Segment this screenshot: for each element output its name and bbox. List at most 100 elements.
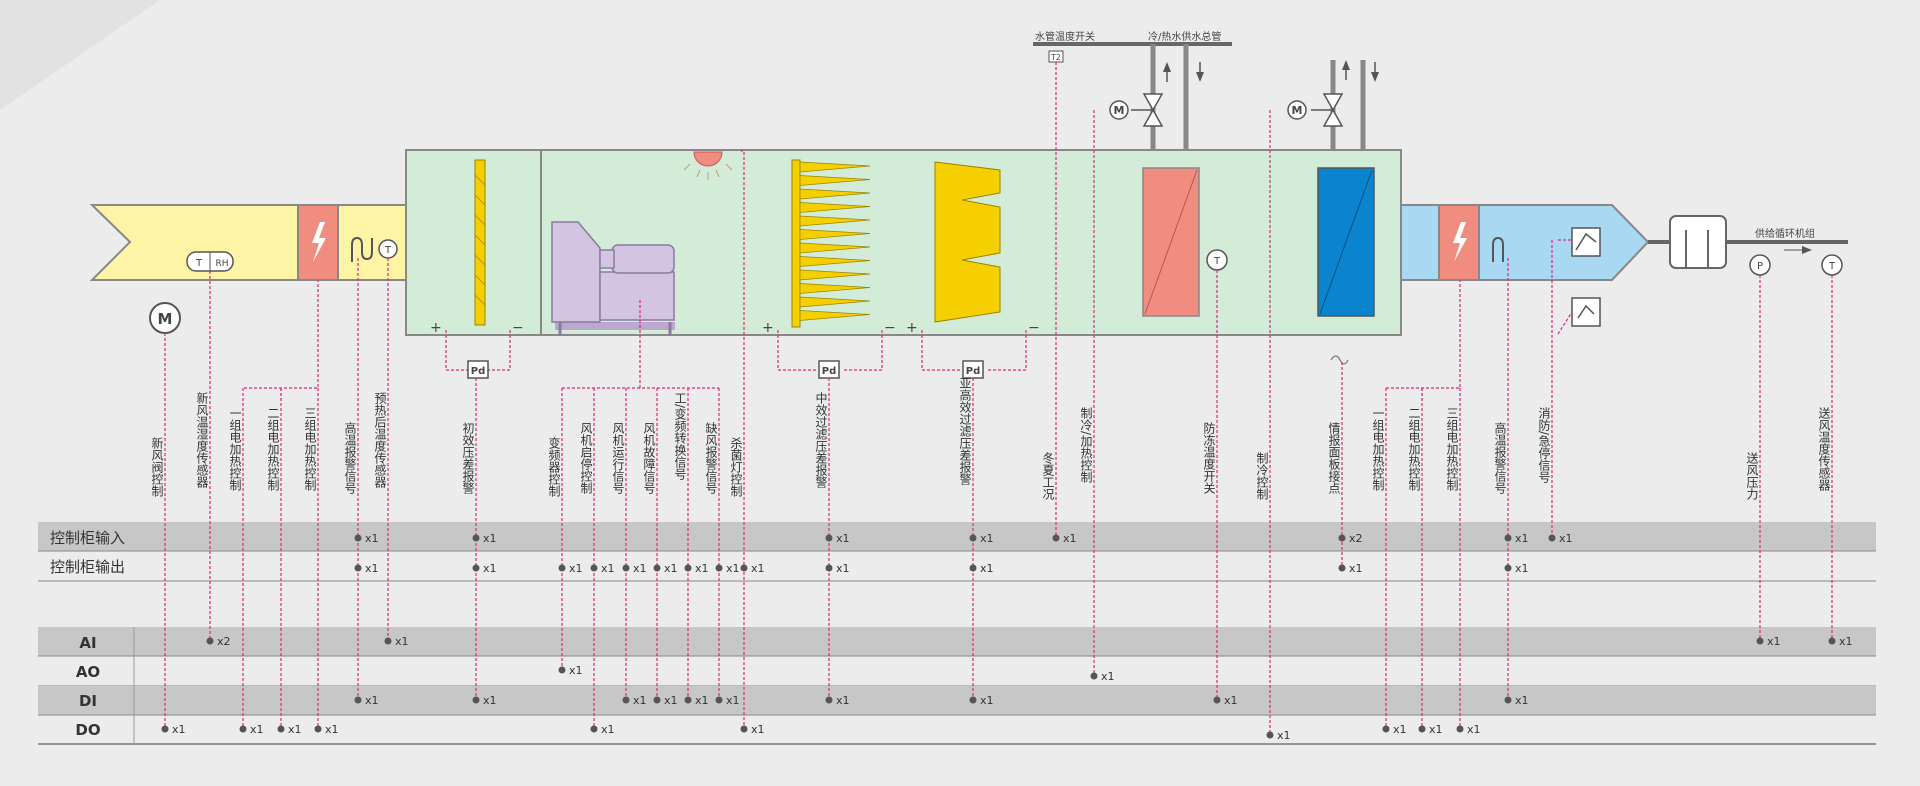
column-label-c19: 制冷/加热控制: [1079, 407, 1093, 483]
connection-dot: [590, 564, 598, 572]
motor-symbol: M: [1292, 104, 1303, 117]
arrow-up-icon: [1163, 62, 1171, 72]
column-label-c12: 风机故障信号: [642, 422, 656, 494]
humid-symbol: RH: [215, 259, 228, 269]
plus-symbol: +: [762, 320, 774, 336]
column-label-c28: 送风压力: [1745, 451, 1759, 501]
row-label-cab-in: 控制柜输入: [50, 529, 125, 547]
connection-count: x1: [365, 532, 379, 545]
connection-count: x2: [1349, 532, 1363, 545]
connection-dot: [354, 564, 362, 572]
pd-symbol: Pd: [471, 366, 486, 377]
column-label-c23: 一组电加热控制: [1371, 407, 1385, 491]
connection-dot: [558, 666, 566, 674]
row-label-do: DO: [75, 721, 100, 739]
row-label-di: DI: [79, 692, 97, 710]
connection-dot: [715, 564, 723, 572]
pipe-main-label: 冷/热水供水总管: [1148, 30, 1221, 43]
connection-dot: [1504, 534, 1512, 542]
column-label-c17: 亚高效过滤压差报警: [958, 377, 972, 485]
connection-dot: [715, 696, 723, 704]
connection-dot: [1338, 534, 1346, 542]
pipe-switch-label: 水管温度开关: [1035, 30, 1095, 43]
connection-dot: [472, 534, 480, 542]
column-label-c7: 预热后温度传感器: [373, 392, 387, 489]
connection-count: x1: [664, 562, 678, 575]
row-band-di: [38, 686, 1876, 715]
column-label-c4: 二组电加热控制: [266, 407, 280, 491]
connection-dot: [1090, 672, 1098, 680]
connection-count: x1: [751, 562, 765, 575]
connection-count: x1: [483, 532, 497, 545]
column-label-c8: 初效压差报警: [461, 422, 475, 494]
motor-symbol: M: [158, 310, 173, 328]
connection-dot: [653, 564, 661, 572]
column-label-c6: 高温报警信号: [343, 421, 357, 494]
connection-dot: [1266, 731, 1274, 739]
corner-shade: [0, 0, 160, 110]
connection-dot: [277, 725, 285, 733]
column-label-c1: 新风阀控制: [150, 436, 164, 497]
connection-dot: [969, 564, 977, 572]
connection-dot: [161, 725, 169, 733]
connection-count: x1: [1277, 729, 1291, 742]
supply-duct-left: [1400, 204, 1440, 281]
connection-dot: [684, 564, 692, 572]
water-pipes: 水管温度开关 冷/热水供水总管 M M T2: [1033, 30, 1379, 168]
info-panel-icon: [1330, 355, 1349, 365]
temp-symbol: T: [384, 245, 392, 256]
connection-count: x1: [601, 723, 615, 736]
arrow-down-icon: [1371, 72, 1379, 82]
connection-count: x1: [633, 562, 647, 575]
connection-count: x1: [288, 723, 302, 736]
pd-symbol: Pd: [966, 366, 981, 377]
connection-count: x1: [1349, 562, 1363, 575]
column-label-c11: 风机运行信号: [611, 422, 625, 494]
connection-count: x1: [1393, 723, 1407, 736]
air-handling-unit: T T RH M T 供给循环机组 P T: [89, 149, 1848, 365]
connection-dot: [354, 534, 362, 542]
connection-count: x1: [325, 723, 339, 736]
arrow-right-icon: [1802, 246, 1812, 254]
connection-dot: [206, 637, 214, 645]
column-label-c25: 三组电加热控制: [1445, 407, 1459, 491]
connection-dot: [314, 725, 322, 733]
column-label-c22: 情报面板接点: [1327, 422, 1341, 494]
connection-dot: [354, 696, 362, 704]
connection-count: x1: [980, 694, 994, 707]
column-label-c10: 风机启停控制: [579, 422, 593, 494]
connection-count: x2: [217, 635, 231, 648]
connection-count: x1: [569, 562, 583, 575]
minus-symbol: −: [1028, 320, 1040, 336]
connection-dot: [1382, 725, 1390, 733]
column-label-c14: 缺风报警信号: [704, 421, 718, 494]
row-label-ao: AO: [76, 663, 100, 681]
pressure-symbol: P: [1757, 261, 1763, 272]
connection-count: x1: [633, 694, 647, 707]
connection-count: x1: [1515, 532, 1529, 545]
connection-dot: [1052, 534, 1060, 542]
column-label-c3: 一组电加热控制: [228, 407, 242, 491]
column-label-c9: 变频器控制: [547, 436, 561, 497]
arrow-up-icon: [1342, 60, 1350, 70]
connection-dot: [558, 564, 566, 572]
connection-dot: [239, 725, 247, 733]
connection-count: x1: [250, 723, 264, 736]
connection-count: x1: [365, 694, 379, 707]
column-label-c27: 消防/急停信号: [1537, 407, 1551, 483]
connection-dot: [740, 564, 748, 572]
connection-dot: [653, 696, 661, 704]
connection-dot: [969, 696, 977, 704]
connection-count: x1: [836, 532, 850, 545]
connection-dot: [1456, 725, 1464, 733]
io-table: 控制柜输入 控制柜输出 AI AO DI DO: [38, 522, 1876, 745]
supply-duct: [1478, 204, 1650, 281]
connection-dot: [1504, 564, 1512, 572]
connection-count: x1: [1515, 694, 1529, 707]
column-label-c26: 高温报警信号: [1493, 421, 1507, 494]
connection-dot: [740, 725, 748, 733]
outlet-box: [1669, 215, 1727, 269]
row-band-ai: [38, 627, 1876, 656]
connection-count: x1: [1839, 635, 1853, 648]
connection-dot: [1213, 696, 1221, 704]
